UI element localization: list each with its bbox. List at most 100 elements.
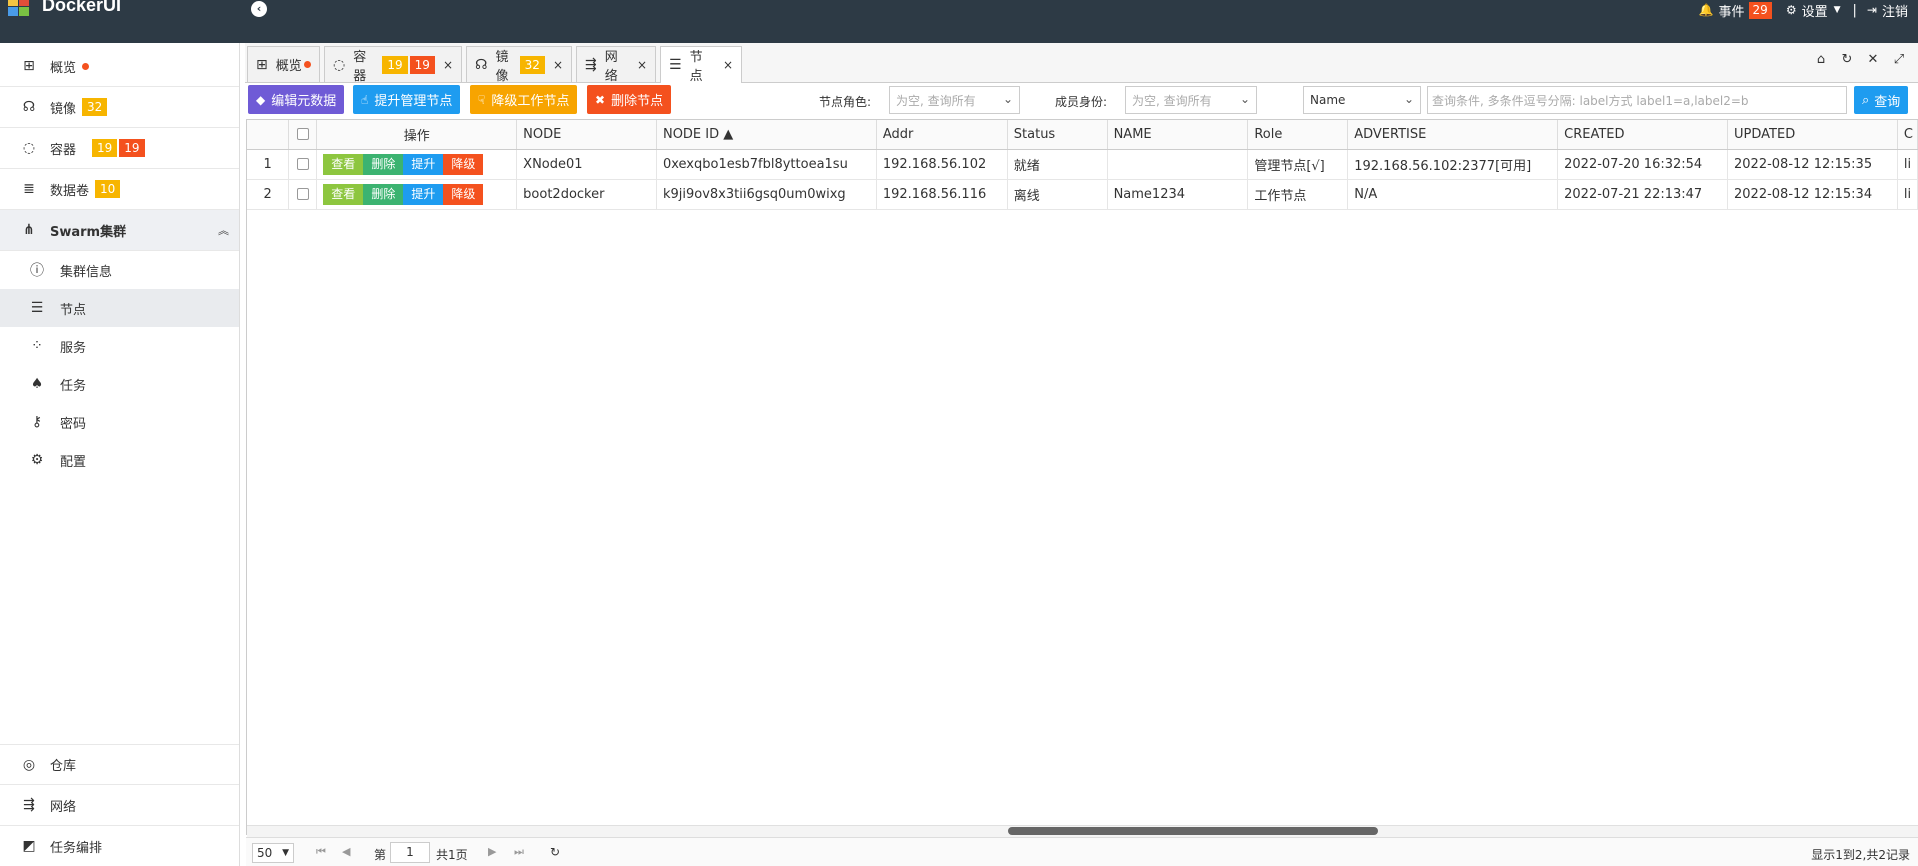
usb-icon: ⇶ (585, 56, 597, 73)
query-field-select[interactable]: Name ⌄ (1303, 86, 1421, 114)
app-logo[interactable]: DockerUI (8, 0, 121, 22)
demote-button[interactable]: 降级 (443, 183, 484, 205)
container-icon: ◌ (22, 140, 36, 156)
logout-button[interactable]: ⇥ 注销 (1867, 1, 1908, 20)
column-header-ops[interactable]: 操作 (316, 120, 518, 150)
sidebar-item-tasks[interactable]: ♠ 任务 (0, 365, 239, 403)
headphones-icon: ☊ (475, 56, 488, 73)
compose-icon: ◩ (22, 838, 36, 854)
checkbox[interactable] (296, 128, 309, 141)
member-filter-select[interactable]: 为空, 查询所有 ⌄ (1125, 86, 1257, 114)
view-button[interactable]: 查看 (323, 153, 364, 175)
sidebar-item-network[interactable]: ⇶ 网络 (0, 785, 239, 826)
tab-nodes[interactable]: ☰ 节点 × (660, 46, 742, 84)
cell-addr: 192.168.56.116 (876, 179, 1008, 210)
table-row[interactable]: 1 查看 删除 提升 降级 XNode01 0xexqbo1esb7fbl8yt… (247, 149, 1918, 180)
delete-button[interactable]: 删除 (363, 153, 404, 175)
delete-button[interactable]: 删除 (363, 183, 404, 205)
query-button[interactable]: ⌕ 查询 (1854, 86, 1909, 114)
fullscreen-icon[interactable]: ⤢ (1886, 52, 1912, 67)
promote-manager-button[interactable]: ☝ 提升管理节点 (353, 85, 461, 114)
cell-created: 2022-07-21 22:13:47 (1557, 179, 1729, 210)
page-size-select[interactable]: 50 ▼ (252, 843, 294, 863)
cell-name (1107, 149, 1249, 180)
usb-icon: ⇶ (23, 797, 35, 813)
sidebar-item-configs[interactable]: ⚙ 配置 (0, 441, 239, 479)
prev-page-icon[interactable]: ◀ (342, 845, 350, 858)
view-button[interactable]: 查看 (323, 183, 364, 205)
next-page-icon[interactable]: ▶ (488, 845, 496, 858)
sidebar-item-compose[interactable]: ◩ 任务编排 (0, 826, 239, 866)
query-field-value: Name (1310, 93, 1346, 107)
column-header-c[interactable]: C (1897, 120, 1918, 150)
close-icon[interactable]: × (553, 58, 563, 72)
refresh-icon[interactable]: ↻ (550, 845, 560, 859)
sidebar-item-label: 镜像 (50, 101, 77, 117)
sidebar-item-swarm-info[interactable]: ⓘ 集群信息 (0, 251, 239, 289)
table-row[interactable]: 2 查看 删除 提升 降级 boot2docker k9ji9ov8x3tii6… (247, 179, 1918, 210)
column-header-advertise[interactable]: ADVERTISE (1347, 120, 1559, 150)
column-header-created[interactable]: CREATED (1557, 120, 1729, 150)
tab-overview[interactable]: ⊞ 概览 (247, 46, 320, 82)
column-header-addr[interactable]: Addr (876, 120, 1008, 150)
tab-images[interactable]: ☊ 镜像 32 × (466, 46, 572, 84)
sidebar-item-volumes[interactable]: ≣ 数据卷 10 (0, 169, 239, 210)
column-header-node[interactable]: NODE (516, 120, 657, 150)
sidebar-item-overview[interactable]: ⊞ 概览 (0, 46, 239, 87)
cell-updated: 2022-08-12 12:15:34 (1727, 179, 1898, 210)
sidebar-item-registry[interactable]: ◎ 仓库 (0, 744, 239, 785)
select-all-checkbox[interactable] (288, 120, 318, 150)
page-total: 共1页 (436, 848, 468, 862)
close-icon[interactable]: × (443, 58, 453, 72)
role-filter-select[interactable]: 为空, 查询所有 ⌄ (889, 86, 1020, 114)
column-header-status[interactable]: Status (1007, 120, 1108, 150)
page-prefix: 第 (374, 848, 387, 862)
delete-node-button[interactable]: ✖ 删除节点 (587, 85, 672, 114)
close-all-icon[interactable]: ✕ (1860, 52, 1886, 67)
column-header-name[interactable]: NAME (1107, 120, 1249, 150)
server-icon: ☰ (30, 300, 44, 316)
checkbox[interactable] (296, 158, 309, 170)
settings-button[interactable]: ⚙ 设置 ▼ (1786, 1, 1841, 20)
edit-metadata-button[interactable]: ◆ 编辑元数据 (248, 85, 345, 114)
tab-containers[interactable]: ◌ 容器 19 19 × (324, 46, 462, 84)
chevron-down-icon: ⌄ (1002, 92, 1013, 106)
sidebar-item-label: 配置 (60, 454, 87, 470)
demote-button[interactable]: 降级 (443, 153, 484, 175)
cell-status: 就绪 (1007, 149, 1108, 180)
demote-worker-button[interactable]: ☟ 降级工作节点 (470, 85, 578, 114)
row-select[interactable] (288, 149, 318, 180)
sidebar-collapse-button[interactable]: ‹ (251, 1, 267, 17)
refresh-icon[interactable]: ↻ (1834, 52, 1860, 67)
tab-network[interactable]: ⇶ 网络 × (576, 46, 656, 84)
query-input[interactable]: 查询条件, 多条件逗号分隔: label方式 label1=a,label2=b (1427, 86, 1847, 114)
button-label: 提升管理节点 (374, 94, 453, 109)
sidebar-item-secrets[interactable]: ⚷ 密码 (0, 403, 239, 441)
sidebar-item-services[interactable]: ⁘ 服务 (0, 327, 239, 365)
promote-button[interactable]: 提升 (403, 183, 444, 205)
cell-name: Name1234 (1107, 179, 1249, 210)
events-button[interactable]: 🔔 事件 29 (1699, 1, 1772, 20)
horizontal-scrollbar-thumb[interactable] (1008, 827, 1378, 835)
role-filter-label: 节点角色: (819, 95, 872, 109)
events-count-badge: 29 (1748, 1, 1772, 19)
home-icon[interactable]: ⌂ (1808, 52, 1834, 67)
column-header-role[interactable]: Role (1247, 120, 1349, 150)
first-page-icon[interactable]: ⏮ (316, 845, 326, 859)
sidebar-item-containers[interactable]: ◌ 容器 19 19 (0, 128, 239, 169)
close-icon[interactable]: × (637, 58, 647, 72)
sidebar-item-swarm[interactable]: ⋔ Swarm集群 ︽ (0, 210, 239, 251)
cell-role: 工作节点 (1247, 179, 1349, 210)
sidebar-item-nodes[interactable]: ☰ 节点 (0, 289, 239, 327)
column-header-node-id[interactable]: NODE ID ▲ (656, 120, 877, 150)
checkbox[interactable] (296, 188, 309, 200)
promote-button[interactable]: 提升 (403, 153, 444, 175)
tags-icon: ◆ (256, 92, 266, 107)
row-select[interactable] (288, 179, 318, 210)
last-page-icon[interactable]: ⏭ (514, 845, 524, 859)
close-icon[interactable]: × (723, 58, 733, 72)
column-header-updated[interactable]: UPDATED (1727, 120, 1898, 150)
page-number-input[interactable]: 1 (390, 842, 430, 863)
sidebar-item-images[interactable]: ☊ 镜像 32 (0, 87, 239, 128)
sidebar-item-label: 服务 (60, 340, 87, 356)
